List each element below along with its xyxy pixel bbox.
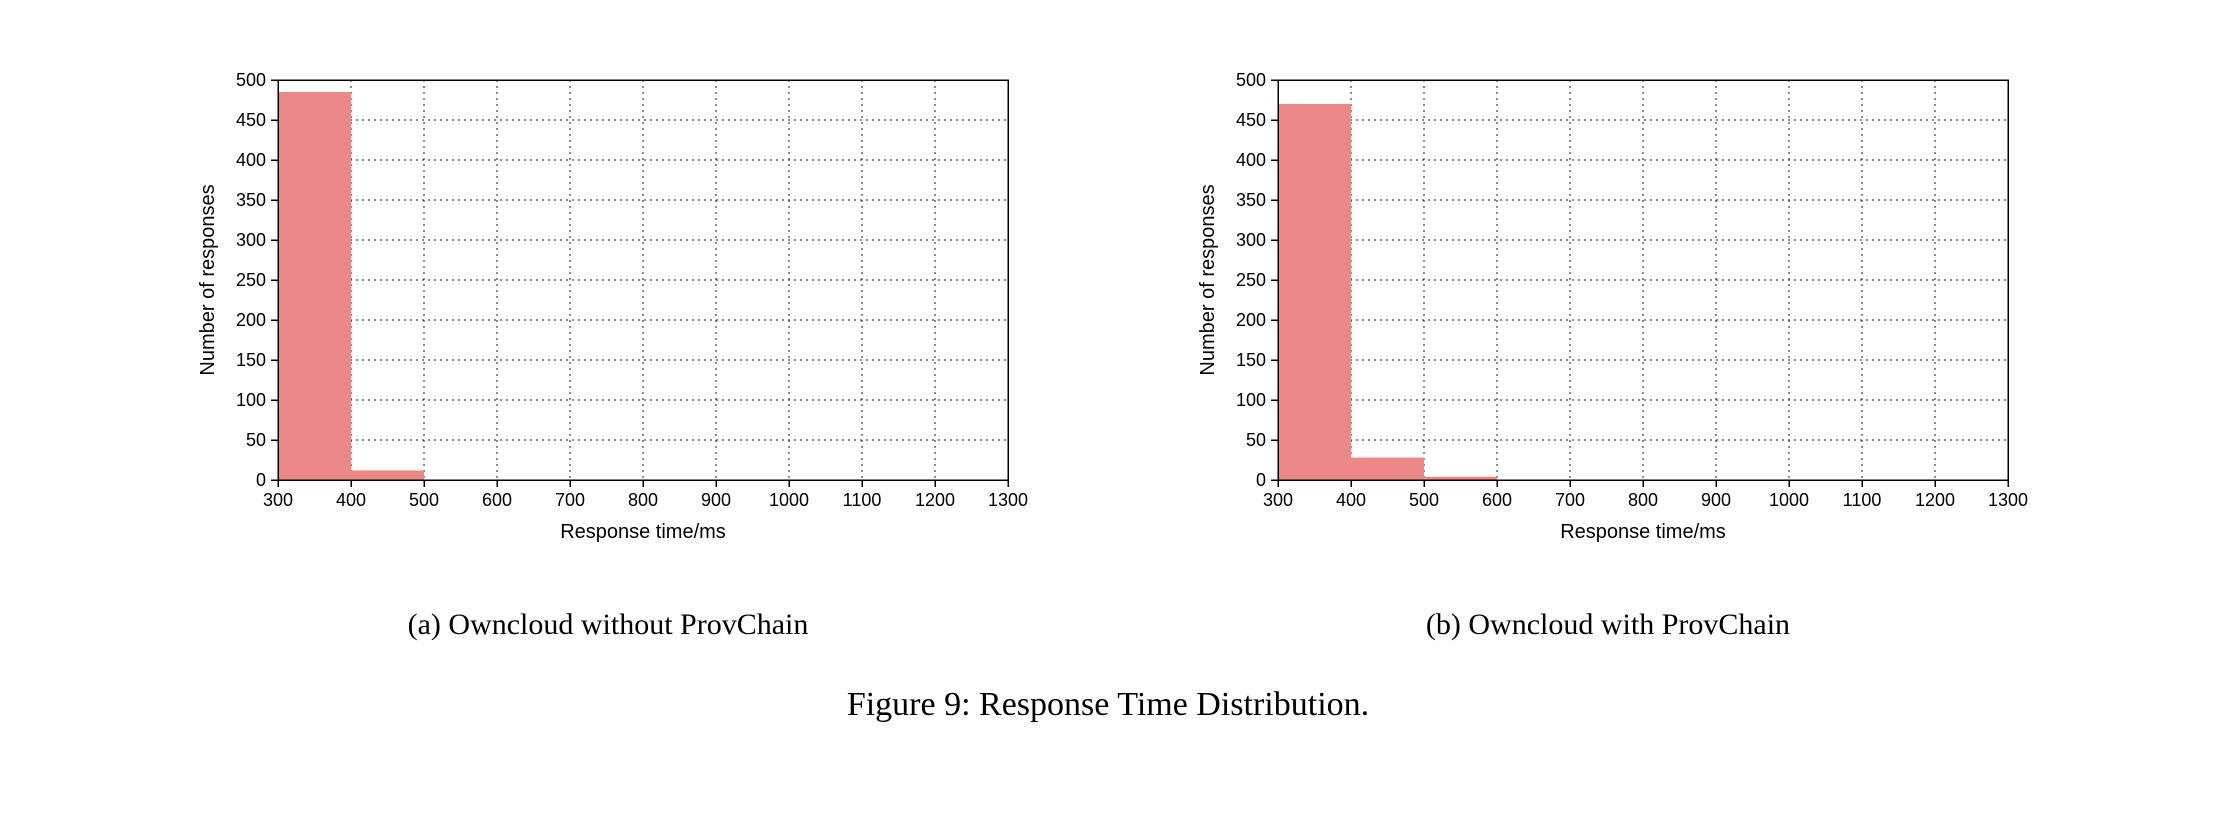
y-tick-label: 350 [236, 190, 266, 210]
x-tick-label: 1000 [769, 490, 809, 510]
y-tick-label: 0 [256, 470, 266, 490]
x-tick-label: 900 [701, 490, 731, 510]
x-tick-label: 700 [555, 490, 585, 510]
x-tick-label: 800 [1628, 490, 1658, 510]
x-tick-label: 1300 [988, 490, 1028, 510]
x-tick-label: 600 [482, 490, 512, 510]
subcaption-a: (a) Owncloud without ProvChain [408, 608, 809, 642]
x-tick-label: 900 [1701, 490, 1731, 510]
bar [1278, 104, 1351, 480]
y-axis-label: Number of responses [1197, 184, 1219, 375]
subcaption-b: (b) Owncloud with ProvChain [1426, 608, 1790, 642]
x-tick-label: 500 [409, 490, 439, 510]
y-tick-label: 100 [236, 390, 266, 410]
y-tick-label: 250 [1236, 270, 1266, 290]
x-axis-label: Response time/ms [560, 521, 726, 543]
x-tick-label: 600 [1482, 490, 1512, 510]
x-tick-label: 1000 [1769, 490, 1809, 510]
y-tick-label: 200 [1236, 310, 1266, 330]
figure-9: 3004005006007008009001000110012001300050… [0, 0, 2216, 838]
y-tick-label: 0 [1256, 470, 1266, 490]
x-tick-label: 300 [263, 490, 293, 510]
y-tick-label: 450 [1236, 110, 1266, 130]
figure-caption: Figure 9: Response Time Distribution. [0, 686, 2216, 724]
chart-a: 300 400 500 600 700 800 900 1000 1100 1200 1300 0 50… [188, 60, 1028, 560]
y-tick-label: 500 [236, 70, 266, 90]
x-tick-label: 1300 [1988, 490, 2028, 510]
x-tick-label: 300 [1263, 490, 1293, 510]
y-axis-label: Number of responses [197, 184, 219, 375]
y-tick-label: 200 [236, 310, 266, 330]
bar [1351, 458, 1424, 480]
bar [278, 92, 351, 480]
y-tick-label: 150 [236, 350, 266, 370]
charts-row: 3004005006007008009001000110012001300050… [0, 0, 2216, 642]
chart-block-b: 300 400 500 600 700 800 900 1000 1100 1200 1300 0 50… [1188, 60, 2028, 642]
x-tick-label: 1100 [843, 490, 882, 510]
y-tick-label: 500 [1236, 70, 1266, 90]
bar [351, 470, 424, 480]
x-tick-label: 1200 [915, 490, 955, 510]
y-tick-label: 50 [1246, 430, 1266, 450]
chart-block-a: 300 400 500 600 700 800 900 1000 1100 1200 1300 0 50… [188, 60, 1028, 642]
y-tick-label: 350 [1236, 190, 1266, 210]
x-tick-label: 400 [336, 490, 366, 510]
y-tick-label: 150 [1236, 350, 1266, 370]
chart-b: 300 400 500 600 700 800 900 1000 1100 1200 1300 0 50… [1188, 60, 2028, 560]
x-tick-label: 800 [628, 490, 658, 510]
y-tick-label: 250 [236, 270, 266, 290]
x-tick-label: 500 [1409, 490, 1439, 510]
x-tick-label: 1200 [1915, 490, 1955, 510]
y-tick-label: 450 [236, 110, 266, 130]
x-tick-label: 700 [1555, 490, 1585, 510]
y-tick-label: 50 [246, 430, 266, 450]
y-tick-label: 100 [1236, 390, 1266, 410]
x-tick-label: 400 [1336, 490, 1366, 510]
y-tick-label: 300 [1236, 230, 1266, 250]
x-tick-label: 1100 [1843, 490, 1882, 510]
y-tick-label: 400 [1236, 150, 1266, 170]
y-tick-label: 400 [236, 150, 266, 170]
x-axis-label: Response time/ms [1560, 521, 1726, 543]
y-tick-label: 300 [236, 230, 266, 250]
